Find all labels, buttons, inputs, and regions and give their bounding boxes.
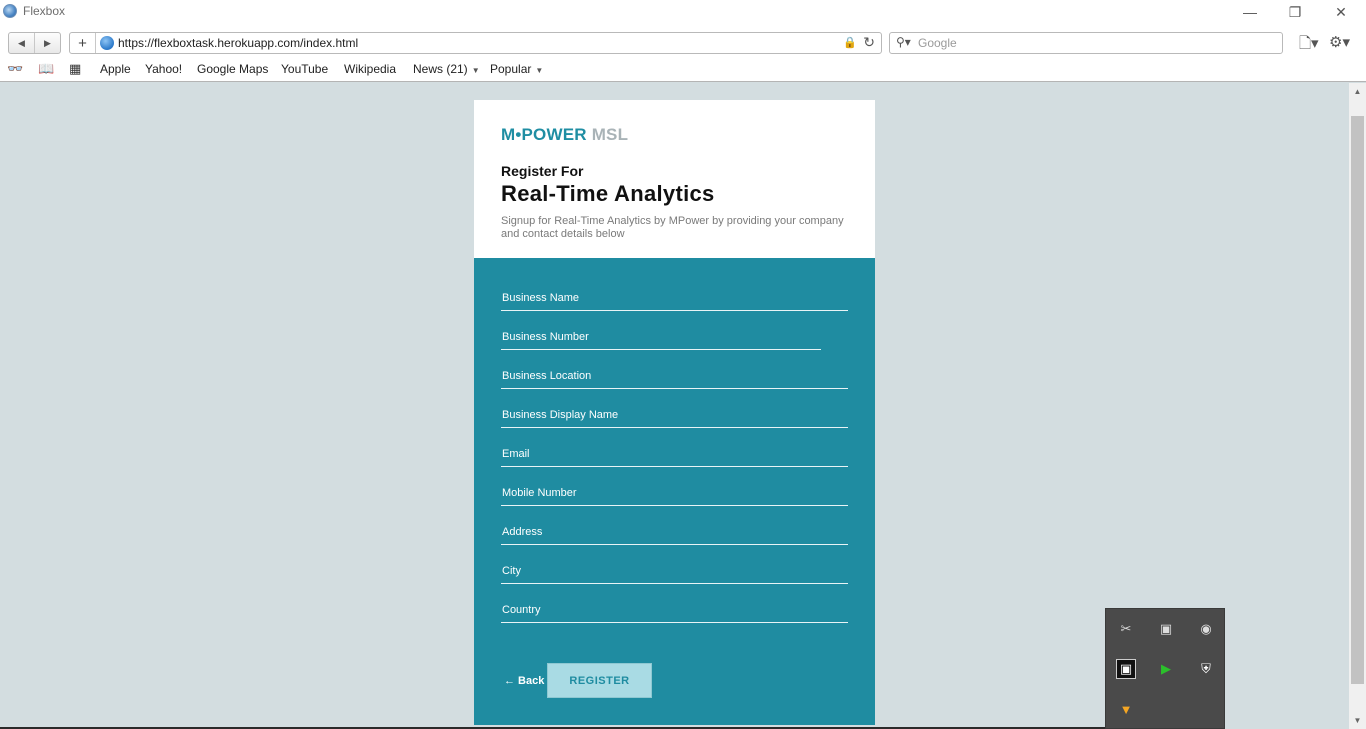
- bookmark-wikipedia[interactable]: Wikipedia: [344, 62, 396, 76]
- bookmarks-book-icon[interactable]: 📖: [38, 61, 54, 77]
- play-icon[interactable]: ▶: [1156, 659, 1176, 679]
- window-title: Flexbox: [23, 4, 66, 18]
- camera-icon[interactable]: ◉: [1196, 619, 1216, 639]
- field-label: Email: [502, 448, 530, 460]
- filter-icon[interactable]: ▼: [1116, 699, 1136, 719]
- chevron-down-icon: ▼: [535, 66, 544, 75]
- bookmark-apple[interactable]: Apple: [100, 62, 131, 76]
- field-label: City: [502, 565, 521, 577]
- business-number-field[interactable]: Business Number: [501, 326, 821, 350]
- bookmark-popular-folder[interactable]: Popular ▼: [490, 62, 543, 76]
- business-location-field[interactable]: Business Location: [501, 365, 848, 389]
- logo-msl-text: MSL: [591, 125, 629, 144]
- register-form: Business Name Business Number Business L…: [474, 258, 875, 725]
- register-for-heading: Register For: [501, 163, 584, 179]
- chevron-down-icon: ▼: [471, 66, 480, 75]
- page-subtitle: Signup for Real-Time Analytics by MPower…: [501, 215, 844, 240]
- country-field[interactable]: Country: [501, 599, 848, 623]
- nav-buttons: ◀ ▶: [8, 32, 61, 54]
- mobile-number-field[interactable]: Mobile Number: [501, 482, 848, 506]
- mpower-logo: M•POWER MSL: [501, 125, 628, 145]
- window-titlebar: Flexbox — ❐ ✕: [0, 0, 1366, 24]
- new-tab-plus-icon[interactable]: +: [70, 33, 96, 53]
- bookmark-popular-label: Popular: [490, 62, 532, 76]
- email-field[interactable]: Email: [501, 443, 848, 467]
- field-label: Business Location: [502, 370, 592, 382]
- logo-mpower-text: M•POWER: [501, 125, 587, 144]
- field-label: Business Number: [502, 331, 589, 343]
- business-name-field[interactable]: Business Name: [501, 287, 848, 311]
- scroll-thumb[interactable]: [1351, 116, 1364, 684]
- gear-icon[interactable]: ⚙▾: [1329, 33, 1350, 51]
- browser-globe-icon: [3, 4, 17, 18]
- browser-toolbar: ◀ ▶ + https://flexboxtask.herokuapp.com/…: [0, 24, 1366, 58]
- register-card-header: M•POWER MSL Register For Real-Time Analy…: [474, 100, 875, 258]
- close-button[interactable]: ✕: [1318, 0, 1364, 24]
- search-field[interactable]: ⚲▾ Google: [889, 32, 1283, 54]
- page-menu-icon[interactable]: 🗋▾: [1299, 33, 1319, 58]
- city-field[interactable]: City: [501, 560, 848, 584]
- bookmark-news-label: News (21): [413, 62, 468, 76]
- minimize-button[interactable]: —: [1227, 0, 1273, 24]
- back-arrow-icon[interactable]: ◀: [9, 33, 35, 53]
- field-label: Country: [502, 604, 541, 616]
- top-sites-grid-icon[interactable]: ▦: [69, 61, 81, 77]
- snip-icon[interactable]: ✂: [1116, 619, 1136, 639]
- field-label: Address: [502, 526, 543, 538]
- restore-button[interactable]: ❐: [1272, 0, 1318, 24]
- site-globe-icon: [100, 36, 114, 50]
- shield-alert-icon[interactable]: ⛨: [1196, 659, 1216, 679]
- address-field[interactable]: Address: [501, 521, 848, 545]
- reload-icon[interactable]: ↻: [863, 34, 875, 51]
- page-title: Real-Time Analytics: [501, 181, 715, 206]
- field-label: Business Name: [502, 292, 580, 304]
- monitor-icon[interactable]: ▣: [1156, 619, 1176, 639]
- business-display-name-field[interactable]: Business Display Name: [501, 404, 848, 428]
- bookmark-news-folder[interactable]: News (21) ▼: [413, 62, 480, 76]
- scroll-up-icon[interactable]: ▲: [1349, 83, 1366, 100]
- bookmark-yahoo[interactable]: Yahoo!: [145, 62, 182, 76]
- scroll-down-icon[interactable]: ▼: [1349, 712, 1366, 729]
- vertical-scrollbar[interactable]: ▲ ▼: [1349, 83, 1366, 729]
- bookmark-youtube[interactable]: YouTube: [281, 62, 328, 76]
- bookmarks-bar: 👓 📖 ▦ Apple Yahoo! Google Maps YouTube W…: [0, 58, 1366, 82]
- address-bar[interactable]: + https://flexboxtask.herokuapp.com/inde…: [69, 32, 882, 54]
- bookmark-google-maps[interactable]: Google Maps: [197, 62, 268, 76]
- register-button[interactable]: REGISTER: [547, 663, 652, 698]
- lock-icon: 🔒: [843, 37, 857, 49]
- field-label: Mobile Number: [502, 487, 577, 499]
- search-placeholder: Google: [918, 36, 957, 50]
- url-text[interactable]: https://flexboxtask.herokuapp.com/index.…: [118, 36, 358, 50]
- media-icon[interactable]: ▣: [1116, 659, 1136, 679]
- search-icon[interactable]: ⚲▾: [896, 35, 911, 49]
- field-label: Business Display Name: [502, 409, 619, 421]
- forward-arrow-icon[interactable]: ▶: [35, 33, 60, 53]
- system-tray-popup: ✂ ▣ ◉ ▣ ▶ ⛨ ▼: [1105, 608, 1225, 729]
- back-link[interactable]: ← Back: [504, 675, 544, 687]
- reading-list-icon[interactable]: 👓: [7, 61, 23, 77]
